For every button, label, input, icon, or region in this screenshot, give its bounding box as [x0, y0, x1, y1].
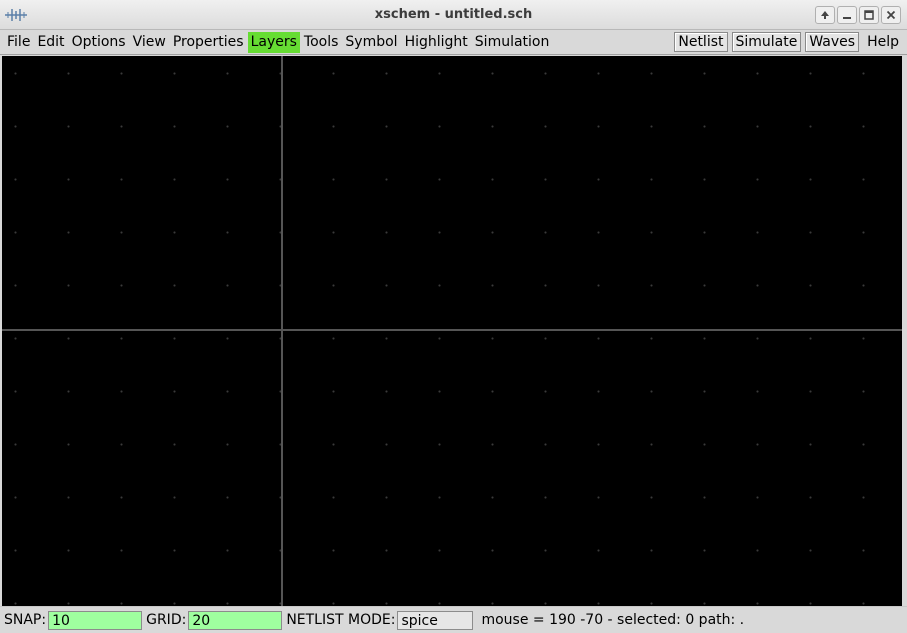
- grid-label: GRID:: [146, 612, 187, 628]
- menu-highlight[interactable]: Highlight: [402, 32, 471, 53]
- waves-button[interactable]: Waves: [805, 32, 860, 52]
- menu-file[interactable]: File: [4, 32, 33, 53]
- grid-input[interactable]: 20: [188, 610, 283, 630]
- window-title: xschem - untitled.sch: [374, 7, 533, 22]
- help-button[interactable]: Help: [863, 32, 903, 52]
- netlist-mode-label: NETLIST MODE:: [286, 612, 396, 628]
- menu-edit[interactable]: Edit: [34, 32, 67, 53]
- menu-view[interactable]: View: [130, 32, 169, 53]
- schematic-canvas[interactable]: [2, 56, 902, 606]
- menu-bar: File Edit Options View Properties Layers…: [0, 30, 907, 55]
- menu-properties[interactable]: Properties: [170, 32, 247, 53]
- netlist-mode-field[interactable]: spice: [397, 610, 474, 630]
- status-bar: SNAP: 10 GRID: 20 NETLIST MODE: spice mo…: [0, 606, 907, 633]
- title-bar: xschem - untitled.sch: [0, 0, 907, 30]
- menu-layers[interactable]: Layers: [247, 32, 300, 53]
- x-axis-line: [2, 329, 902, 331]
- simulate-button[interactable]: Simulate: [731, 32, 802, 52]
- mouse-status: mouse = 190 -70 - selected: 0 path: .: [481, 612, 745, 628]
- menu-simulation[interactable]: Simulation: [472, 32, 553, 53]
- restore-icon[interactable]: [859, 6, 879, 24]
- snap-label: SNAP:: [4, 612, 47, 628]
- close-icon[interactable]: [881, 6, 901, 24]
- maximize-up-icon[interactable]: [815, 6, 835, 24]
- menu-options[interactable]: Options: [69, 32, 129, 53]
- y-axis-line: [281, 56, 283, 606]
- snap-input[interactable]: 10: [48, 610, 143, 630]
- netlist-button[interactable]: Netlist: [674, 32, 728, 52]
- menu-symbol[interactable]: Symbol: [342, 32, 400, 53]
- minimize-icon[interactable]: [837, 6, 857, 24]
- menu-tools[interactable]: Tools: [301, 32, 342, 53]
